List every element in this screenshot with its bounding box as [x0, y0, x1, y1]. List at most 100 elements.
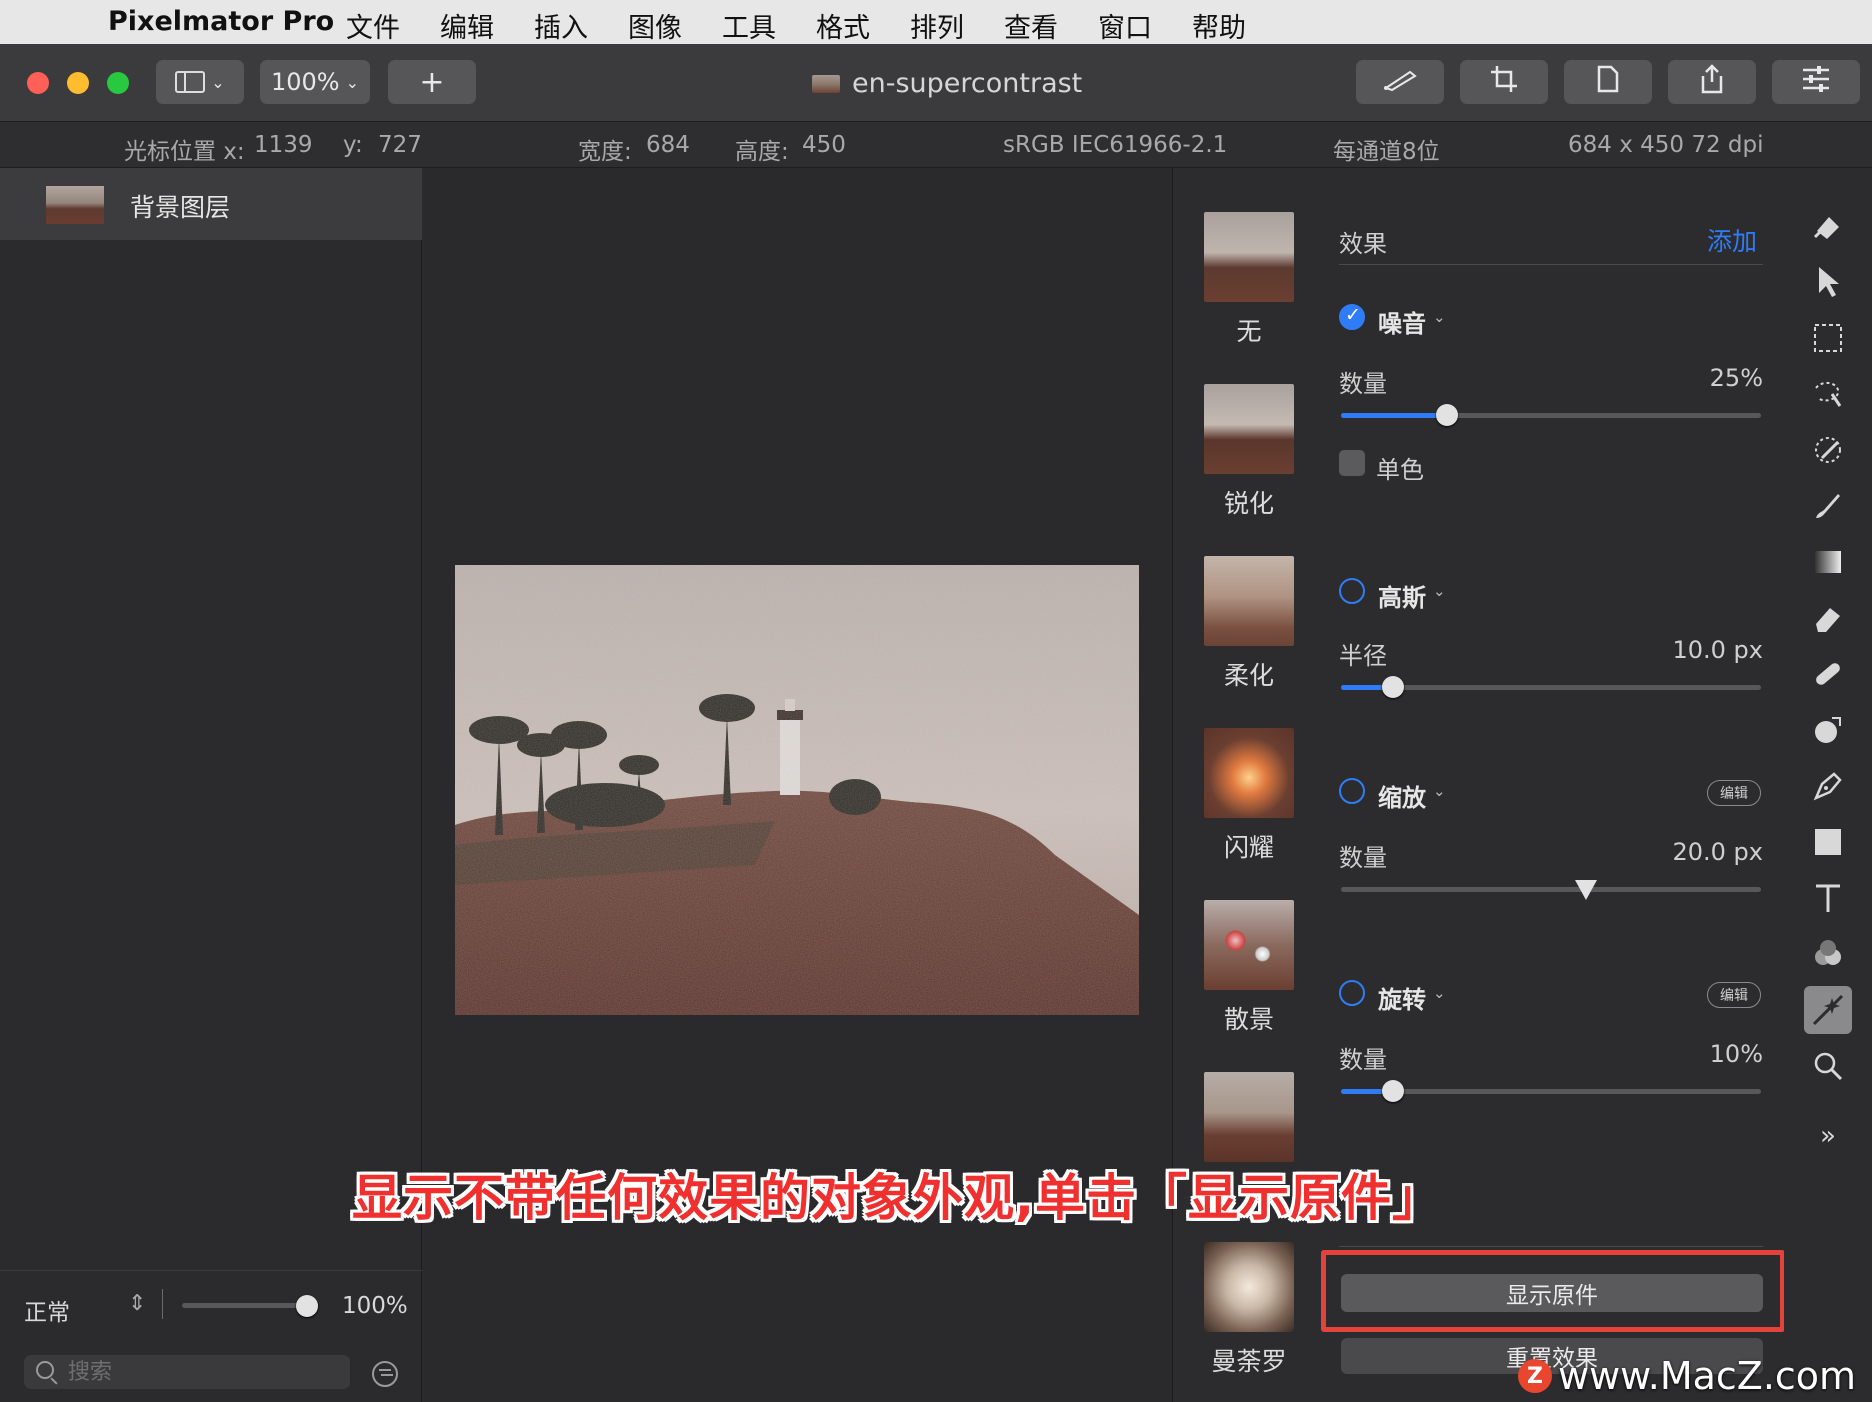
image-canvas[interactable] — [455, 565, 1139, 1015]
spin-blur-name[interactable]: 旋转 — [1378, 980, 1426, 1015]
zoom-menu-button[interactable]: 100% ⌄ — [260, 60, 370, 104]
color-picker-icon[interactable] — [1804, 426, 1852, 474]
noise-amount-knob[interactable] — [1436, 404, 1458, 426]
effect-thumb-bokeh[interactable] — [1204, 900, 1294, 990]
zoom-blur-amount-label: 数量 — [1339, 844, 1387, 872]
spin-blur-amount-slider[interactable] — [1341, 1089, 1761, 1094]
crop-icon — [1489, 64, 1519, 100]
opacity-value: 100% — [342, 1293, 408, 1319]
zoom-blur-amount-knob[interactable] — [1575, 880, 1597, 900]
effect-thumb-glow[interactable] — [1204, 728, 1294, 818]
zoom-blur-amount-value[interactable]: 20.0 px — [1613, 838, 1763, 866]
search-input[interactable] — [68, 1359, 338, 1385]
effect-label-bokeh: 散景 — [1223, 1005, 1274, 1034]
cursor-x-value: 1139 — [254, 132, 313, 158]
text-icon[interactable] — [1804, 874, 1852, 922]
zoom-blur-name[interactable]: 缩放 — [1378, 778, 1426, 813]
tools-rail: » — [1784, 168, 1872, 1402]
document-button[interactable] — [1564, 60, 1652, 104]
effect-thumb-motion[interactable] — [1204, 1072, 1294, 1162]
menu-image[interactable]: 图像 — [628, 6, 682, 45]
spin-blur-amount-knob[interactable] — [1382, 1080, 1404, 1102]
clone-icon[interactable] — [1804, 706, 1852, 754]
close-window-button[interactable] — [27, 72, 49, 94]
chevron-down-icon[interactable]: ⌄ — [1433, 782, 1446, 800]
noise-amount-value[interactable]: 25% — [1613, 364, 1763, 392]
effect-thumb-none[interactable] — [1204, 212, 1294, 302]
mono-checkbox[interactable] — [1339, 450, 1365, 476]
noise-name[interactable]: 噪音 — [1378, 304, 1426, 339]
shape-icon[interactable] — [1804, 818, 1852, 866]
filter-icon[interactable] — [372, 1361, 398, 1387]
crop-button[interactable] — [1460, 60, 1548, 104]
rect-select-icon[interactable] — [1804, 314, 1852, 362]
effect-thumb-sharpen[interactable] — [1204, 384, 1294, 474]
add-effect-link[interactable]: 添加 — [1707, 222, 1757, 258]
spin-blur-amount-label: 数量 — [1339, 1046, 1387, 1074]
zoom-blur-amount-slider[interactable] — [1341, 887, 1761, 892]
image-dimensions: 684 x 450 72 dpi — [1568, 132, 1764, 158]
color-profile: sRGB IEC61966-2.1 — [1003, 132, 1228, 158]
updown-chevron-icon[interactable]: ⇕ — [128, 1291, 146, 1316]
gaussian-radius-value[interactable]: 10.0 px — [1613, 636, 1763, 664]
cursor-y-label: y: — [343, 132, 363, 158]
gaussian-toggle[interactable] — [1339, 578, 1365, 604]
gaussian-radius-knob[interactable] — [1382, 676, 1404, 698]
paint-bucket-icon[interactable] — [1804, 202, 1852, 250]
spin-blur-edit-button[interactable]: 编辑 — [1707, 982, 1761, 1008]
chevron-down-icon[interactable]: ⌄ — [1433, 308, 1446, 326]
zoom-blur-toggle[interactable] — [1339, 778, 1365, 804]
sidebar-toggle-button[interactable]: ⌄ — [156, 60, 244, 104]
add-button[interactable]: + — [388, 60, 476, 104]
noise-toggle[interactable] — [1339, 304, 1365, 330]
watermark-text: www.MacZ.com — [1558, 1354, 1857, 1398]
zoom-icon[interactable] — [1804, 1042, 1852, 1090]
share-button[interactable] — [1668, 60, 1756, 104]
layers-search[interactable] — [24, 1355, 350, 1389]
divider — [1339, 1246, 1763, 1247]
spin-blur-toggle[interactable] — [1339, 980, 1365, 1006]
double-chevron-icon[interactable]: » — [1804, 1112, 1852, 1160]
chevron-down-icon[interactable]: ⌄ — [1433, 582, 1446, 600]
zoom-window-button[interactable] — [107, 72, 129, 94]
eraser-icon[interactable] — [1804, 594, 1852, 642]
zoom-blur-edit-button[interactable]: 编辑 — [1707, 780, 1761, 806]
opacity-slider-track[interactable] — [182, 1303, 310, 1308]
adjustments-button[interactable] — [1772, 60, 1860, 104]
layer-thumbnail — [46, 186, 104, 224]
spin-blur-amount-value[interactable]: 10% — [1613, 1040, 1763, 1068]
effect-thumb-soften[interactable] — [1204, 556, 1294, 646]
gaussian-name[interactable]: 高斯 — [1378, 578, 1426, 613]
window-toolbar: ⌄ 100% ⌄ + en-supercontrast — [0, 44, 1872, 122]
menu-edit[interactable]: 编辑 — [440, 6, 494, 45]
pen-icon[interactable] — [1804, 762, 1852, 810]
layers-footer: 正常 ⇕ 100% — [0, 1270, 422, 1402]
height-label: 高度: — [735, 139, 789, 165]
effect-thumb-kaleidoscope[interactable] — [1204, 1242, 1294, 1332]
effect-label-sharpen: 锐化 — [1223, 489, 1274, 518]
bandage-icon[interactable] — [1804, 650, 1852, 698]
smart-select-icon[interactable] — [1804, 370, 1852, 418]
menu-app-name[interactable]: Pixelmator Pro — [108, 6, 334, 37]
effect-label-none: 无 — [1236, 317, 1262, 346]
menu-tools[interactable]: 工具 — [722, 6, 776, 45]
menu-insert[interactable]: 插入 — [534, 6, 588, 45]
menu-arrange[interactable]: 排列 — [910, 6, 964, 45]
gaussian-radius-slider[interactable] — [1341, 685, 1761, 690]
color-adjust-button[interactable] — [1356, 60, 1444, 104]
opacity-slider-knob[interactable] — [296, 1295, 318, 1317]
blend-mode-select[interactable]: 正常 — [24, 1293, 70, 1327]
arrow-pointer-icon[interactable] — [1804, 258, 1852, 306]
effects-icon[interactable] — [1804, 986, 1852, 1034]
layer-row[interactable]: 背景图层 — [0, 168, 422, 240]
paint-brush-icon[interactable] — [1804, 482, 1852, 530]
menu-help[interactable]: 帮助 — [1192, 6, 1246, 45]
menu-window[interactable]: 窗口 — [1098, 6, 1152, 45]
menu-file[interactable]: 文件 — [346, 6, 400, 45]
menu-format[interactable]: 格式 — [816, 6, 870, 45]
gradient-icon[interactable] — [1804, 538, 1852, 586]
minimize-window-button[interactable] — [67, 72, 89, 94]
menu-view[interactable]: 查看 — [1004, 6, 1058, 45]
color-adjust-icon[interactable] — [1804, 930, 1852, 978]
chevron-down-icon[interactable]: ⌄ — [1433, 984, 1446, 1002]
